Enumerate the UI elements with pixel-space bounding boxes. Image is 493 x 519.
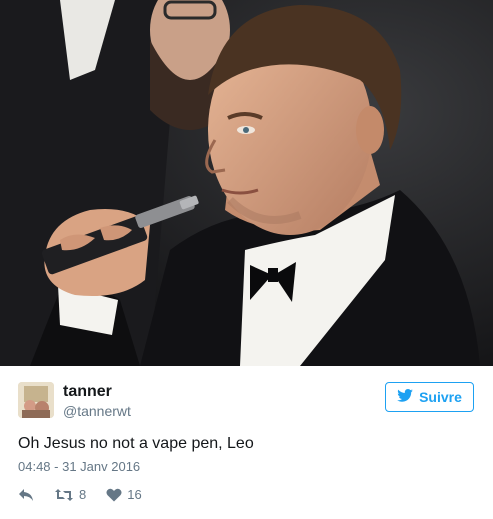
twitter-bird-icon (397, 389, 413, 405)
like-button[interactable]: 16 (106, 487, 142, 502)
follow-button[interactable]: Suivre (385, 382, 474, 412)
heart-icon (106, 488, 122, 502)
avatar[interactable] (18, 382, 54, 418)
tweet-actions: 8 16 (18, 487, 162, 502)
reply-button[interactable] (18, 488, 34, 502)
reply-arrow-icon (18, 488, 34, 502)
tweet-card: tanner @tannerwt Suivre Oh Jesus no not … (0, 366, 493, 519)
retweet-count: 8 (79, 487, 87, 502)
tweet-text: Oh Jesus no not a vape pen, Leo (18, 435, 254, 452)
tweet-timestamp[interactable]: 04:48 - 31 Janv 2016 (18, 459, 140, 474)
retweet-icon (54, 488, 74, 502)
author-name[interactable]: tanner (63, 383, 112, 401)
tweet-photo[interactable] (0, 0, 493, 366)
photo-illustration (0, 0, 493, 366)
like-count: 16 (127, 487, 142, 502)
author-handle[interactable]: @tannerwt (63, 403, 131, 419)
avatar-image (18, 382, 54, 418)
follow-label: Suivre (419, 389, 462, 405)
retweet-button[interactable]: 8 (54, 487, 86, 502)
